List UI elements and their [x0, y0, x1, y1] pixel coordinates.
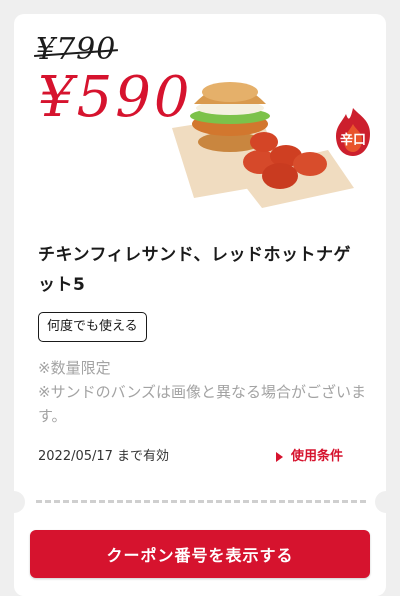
- ticket-notch-right: [375, 491, 397, 513]
- usage-tag: 何度でも使える: [38, 312, 147, 342]
- play-arrow-icon: [276, 452, 283, 462]
- terms-link-label: 使用条件: [291, 449, 344, 464]
- perforation-divider: [36, 500, 366, 503]
- note-item: ※数量限定: [38, 359, 111, 377]
- show-coupon-number-button[interactable]: クーポン番号を表示する: [30, 530, 370, 578]
- ticket-notch-left: [3, 491, 25, 513]
- expiry-date: 2022/05/17 まで有効: [38, 449, 170, 464]
- show-coupon-number-label: クーポン番号を表示する: [106, 546, 294, 565]
- original-price: ¥790: [34, 32, 119, 67]
- note-item: ※サンドのバンズは画像と異なる場合がございます。: [38, 383, 367, 425]
- spicy-badge: 辛口: [336, 108, 370, 156]
- product-name: チキンフィレサンド、レッドホットナゲット5: [38, 245, 351, 295]
- spicy-badge-label: 辛口: [340, 132, 366, 148]
- notes: ※数量限定 ※サンドのバンズは画像と異なる場合がございます。: [38, 356, 374, 428]
- terms-link[interactable]: 使用条件: [276, 448, 343, 466]
